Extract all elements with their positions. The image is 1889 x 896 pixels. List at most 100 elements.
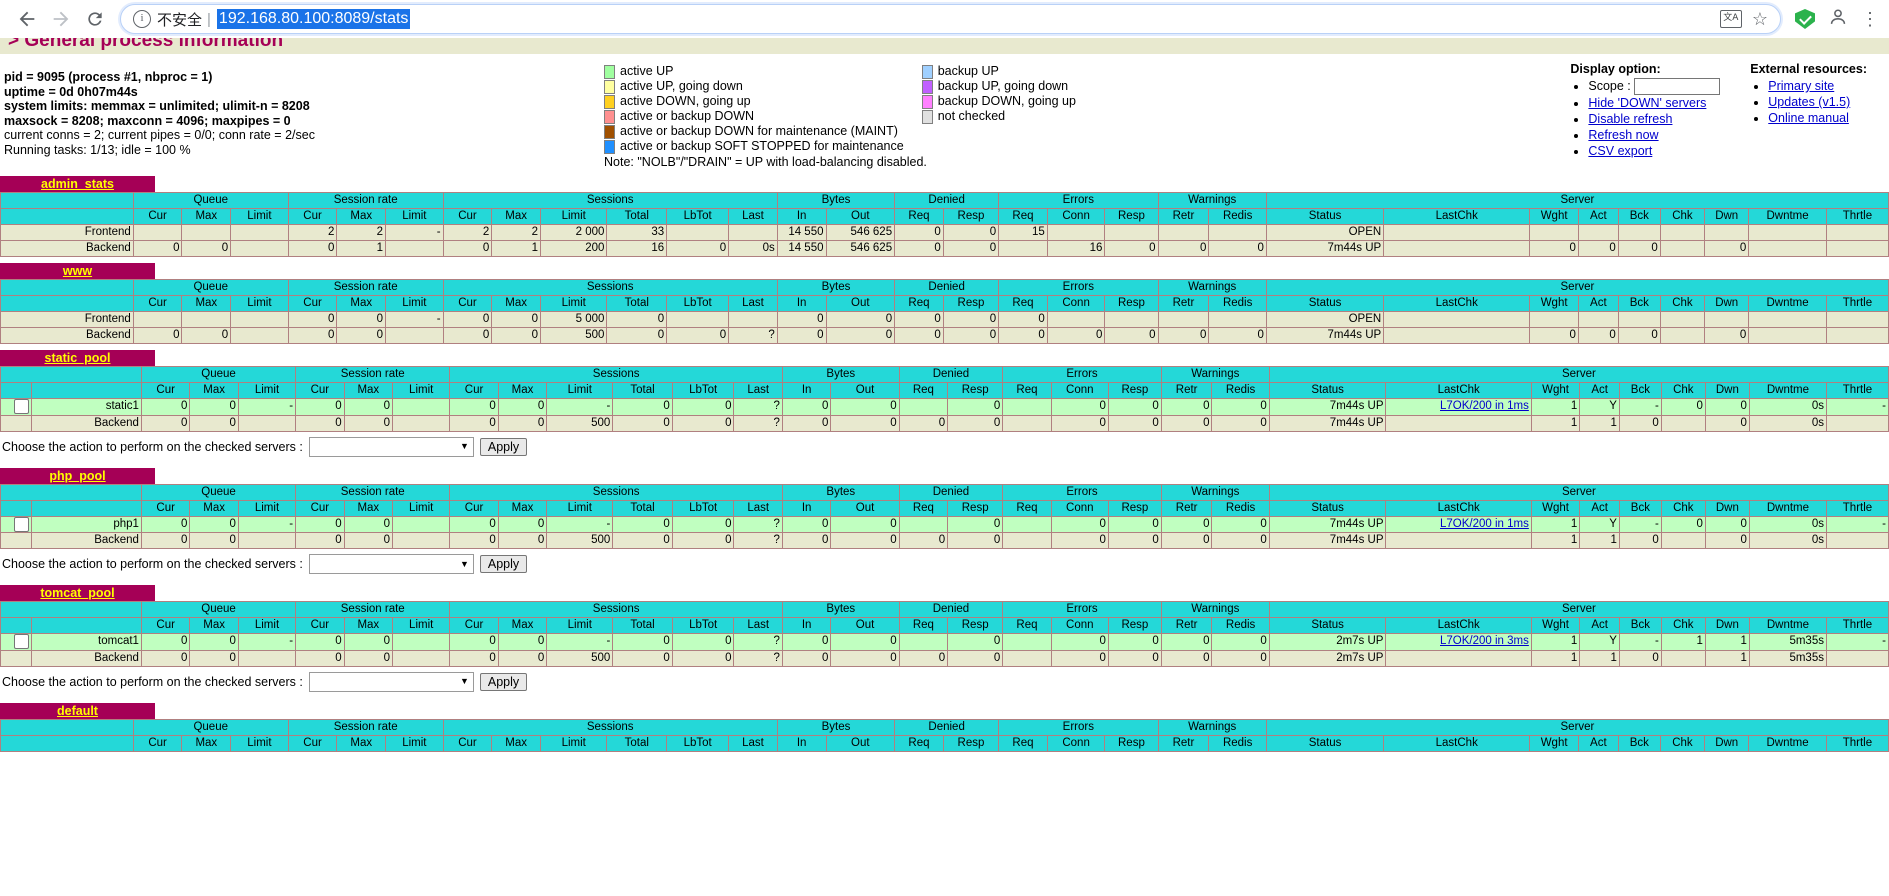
address-bar[interactable]: i 不安全 | 192.168.80.100:8089/stats 文A ☆ bbox=[120, 4, 1781, 34]
table-group-header-row: Queue Session rate Sessions Bytes Denied Erro… bbox=[0, 366, 1889, 383]
updates-item[interactable]: Updates (v1.5) bbox=[1768, 94, 1867, 110]
table-column-header-21: Status bbox=[1265, 208, 1385, 225]
table-column-header-23: Wght bbox=[1529, 208, 1579, 225]
cell-req: 0 bbox=[998, 327, 1048, 344]
status-badge: OPEN bbox=[1265, 311, 1385, 328]
cell-cur: 0 bbox=[140, 398, 191, 416]
cell-max: 0 bbox=[189, 649, 239, 667]
table-column-header-2: Limit bbox=[237, 499, 297, 517]
row-checkbox-cell[interactable] bbox=[0, 515, 32, 534]
table-column-header-5: Limit bbox=[385, 295, 444, 312]
row-checkbox-cell bbox=[0, 532, 32, 550]
cell-redis: 0 bbox=[1211, 414, 1270, 432]
translate-icon[interactable]: 文A bbox=[1719, 10, 1742, 28]
site-info-icon[interactable]: i bbox=[133, 10, 151, 28]
back-arrow-icon bbox=[16, 8, 38, 30]
refresh-now-link[interactable]: Refresh now bbox=[1588, 128, 1658, 142]
apply-button[interactable]: Apply bbox=[479, 437, 528, 456]
url-input[interactable]: 192.168.80.100:8089/stats bbox=[216, 9, 411, 29]
avatar[interactable] bbox=[1827, 6, 1849, 33]
cell-out: 0 bbox=[830, 515, 900, 534]
cell-req bbox=[898, 633, 949, 651]
online-manual-item[interactable]: Online manual bbox=[1768, 110, 1867, 126]
table-column-header-10: LbTot bbox=[666, 208, 730, 225]
row-name-tomcat1: tomcat1 bbox=[30, 633, 142, 651]
table-column-header-14: Req bbox=[894, 208, 944, 225]
csv-export-link[interactable]: CSV export bbox=[1588, 144, 1652, 158]
back-button[interactable] bbox=[10, 2, 44, 36]
action-select[interactable]: ▼ bbox=[308, 671, 474, 692]
primary-site-item[interactable]: Primary site bbox=[1768, 78, 1867, 94]
cell-act: 1 bbox=[1579, 532, 1620, 550]
cell-chk bbox=[1659, 311, 1706, 328]
table-group-header-errors: Errors bbox=[1002, 366, 1162, 383]
lastchk-link[interactable]: L7OK/200 in 1ms bbox=[1440, 518, 1529, 530]
cell-resp: 0 bbox=[1107, 633, 1162, 651]
cell-lastchk[interactable]: L7OK/200 in 1ms bbox=[1385, 515, 1532, 534]
cell-conn bbox=[1046, 311, 1106, 328]
cell-lastchk[interactable]: L7OK/200 in 1ms bbox=[1385, 398, 1532, 416]
table-group-header-session-rate: Session rate bbox=[287, 718, 444, 736]
table-column-header-19: Retr bbox=[1160, 617, 1213, 635]
apply-button[interactable]: Apply bbox=[479, 555, 528, 574]
cell-limit bbox=[385, 240, 444, 257]
cell-resp: 0 bbox=[1107, 515, 1162, 534]
table-group-header-errors: Errors bbox=[1002, 483, 1162, 501]
updates-link[interactable]: Updates (v1.5) bbox=[1768, 95, 1850, 109]
refresh-now-item[interactable]: Refresh now bbox=[1588, 127, 1720, 143]
table-column-header-1: Max bbox=[181, 734, 232, 752]
cell-conn: 0 bbox=[1050, 414, 1109, 432]
table-group-header-warnings: Warnings bbox=[1160, 366, 1270, 383]
row-name-header bbox=[0, 208, 134, 225]
legend-label: backup UP, going down bbox=[937, 79, 1069, 93]
cell-bck: - bbox=[1618, 515, 1662, 534]
online-manual-link[interactable]: Online manual bbox=[1768, 111, 1849, 125]
cell-dwntme bbox=[1748, 311, 1827, 328]
proc-current-conns: current conns = 2; current pipes = 0/0; … bbox=[4, 128, 315, 143]
proxy-title-www: www bbox=[0, 263, 155, 279]
cell-resp: 0 bbox=[942, 311, 1000, 328]
forward-button[interactable] bbox=[44, 2, 78, 36]
cell-req: 0 bbox=[894, 224, 944, 241]
disable-refresh-link[interactable]: Disable refresh bbox=[1588, 112, 1672, 126]
table-column-header-16: Req bbox=[998, 295, 1048, 312]
cell-req: 0 bbox=[998, 311, 1048, 328]
action-select[interactable]: ▼ bbox=[308, 554, 474, 575]
lastchk-link[interactable]: L7OK/200 in 1ms bbox=[1440, 400, 1529, 412]
row-checkbox-cell[interactable] bbox=[0, 633, 32, 651]
server-select-checkbox[interactable] bbox=[13, 517, 29, 532]
table-column-header-3: Cur bbox=[295, 617, 345, 635]
proxy-title-tomcat_pool: tomcat_pool bbox=[0, 585, 155, 602]
table-column-header-8: Limit bbox=[546, 499, 614, 517]
cell-req bbox=[1002, 515, 1052, 534]
disable-refresh-item[interactable]: Disable refresh bbox=[1588, 111, 1720, 127]
primary-site-link[interactable]: Primary site bbox=[1768, 79, 1834, 93]
row-checkbox-cell[interactable] bbox=[0, 398, 32, 416]
hide-down-servers-item[interactable]: Hide 'DOWN' servers bbox=[1588, 95, 1720, 111]
cell-last: ? bbox=[733, 414, 783, 432]
legend-item-backup-1: backup UP, going down bbox=[921, 79, 1076, 94]
hide-down-servers-link[interactable]: Hide 'DOWN' servers bbox=[1588, 96, 1706, 110]
server-select-checkbox[interactable] bbox=[13, 399, 29, 414]
bookmark-star-icon[interactable]: ☆ bbox=[1752, 10, 1768, 28]
action-select[interactable]: ▼ bbox=[308, 436, 474, 457]
table-column-header-6: Cur bbox=[449, 499, 499, 517]
csv-export-item[interactable]: CSV export bbox=[1588, 143, 1720, 159]
legend-swatch-icon bbox=[604, 79, 615, 94]
cell-cur: 0 bbox=[295, 414, 345, 432]
apply-button[interactable]: Apply bbox=[479, 672, 528, 691]
cell-lastchk[interactable]: L7OK/200 in 3ms bbox=[1385, 633, 1532, 651]
reload-button[interactable] bbox=[78, 2, 112, 36]
cell-max: 0 bbox=[497, 398, 548, 416]
browser-menu-icon[interactable]: ⋮ bbox=[1861, 10, 1879, 28]
scope-input[interactable] bbox=[1634, 78, 1721, 96]
legend-item-backup-0: backup UP bbox=[921, 64, 1076, 79]
cell-resp: 0 bbox=[1104, 327, 1159, 344]
table-column-header-26: Chk bbox=[1660, 617, 1706, 635]
extension-icon[interactable] bbox=[1795, 9, 1815, 29]
cell-wght bbox=[1529, 311, 1579, 328]
server-select-checkbox[interactable] bbox=[13, 634, 29, 650]
table-group-header-bytes: Bytes bbox=[781, 366, 900, 383]
lastchk-link[interactable]: L7OK/200 in 3ms bbox=[1440, 635, 1529, 647]
table-column-header-7: Max bbox=[491, 208, 542, 225]
